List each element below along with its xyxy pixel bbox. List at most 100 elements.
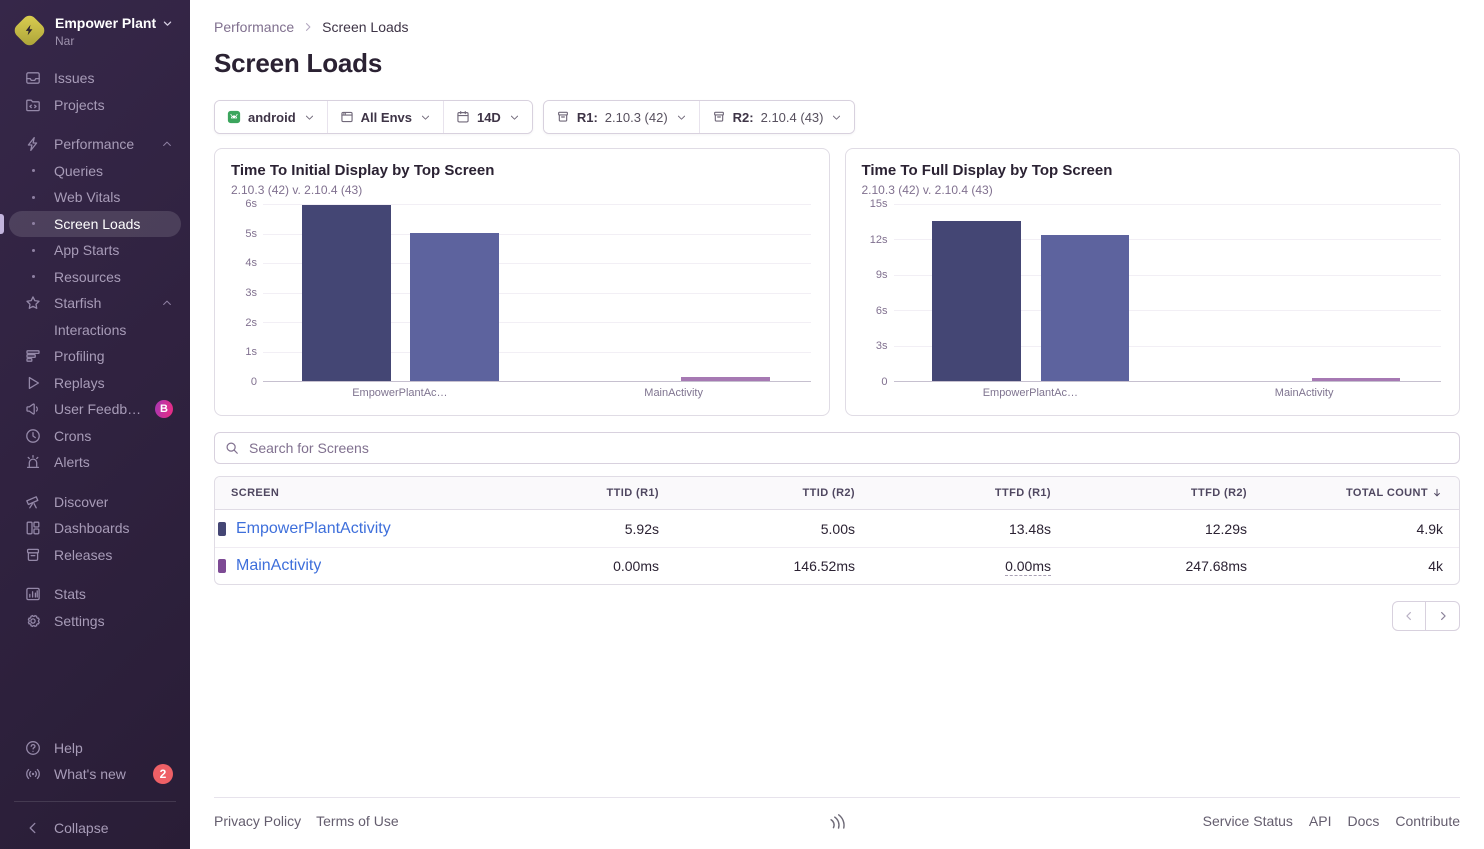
sidebar-item-discover[interactable]: Discover	[9, 489, 181, 516]
sidebar-item-performance[interactable]: Performance	[9, 131, 181, 158]
page-title: Screen Loads	[214, 48, 1460, 79]
screen-link[interactable]: MainActivity	[236, 557, 321, 575]
chevron-right-icon	[302, 21, 314, 33]
sidebar-item-label: App Starts	[54, 242, 119, 258]
bullet-icon	[32, 196, 35, 199]
y-axis-tick-label: 5s	[245, 228, 257, 240]
column-header-ttid-r1[interactable]: TTID (R1)	[479, 487, 675, 499]
footer-link-privacy-policy[interactable]: Privacy Policy	[214, 813, 301, 829]
breadcrumb: Performance Screen Loads	[214, 19, 1460, 35]
sidebar-item-crons[interactable]: Crons	[9, 423, 181, 450]
collapse-icon	[25, 820, 41, 836]
project-filter[interactable]: android	[215, 101, 327, 133]
column-header-total-count[interactable]: TOTAL COUNT	[1263, 487, 1459, 499]
chevron-down-icon	[676, 112, 687, 123]
sidebar-item-resources[interactable]: Resources	[9, 264, 181, 291]
sidebar-item-web-vitals[interactable]: Web Vitals	[9, 184, 181, 211]
sidebar-item-dashboards[interactable]: Dashboards	[9, 515, 181, 542]
date-range-filter[interactable]: 14D	[443, 101, 532, 133]
chevron-down-icon	[831, 112, 842, 123]
breadcrumb-performance[interactable]: Performance	[214, 19, 294, 35]
y-axis: 15s12s9s6s3s0	[860, 204, 888, 382]
sidebar-item-help[interactable]: Help	[9, 735, 181, 762]
footer-link-contribute[interactable]: Contribute	[1395, 813, 1460, 829]
sidebar-item-replays[interactable]: Replays	[9, 370, 181, 397]
chevron-down-icon	[420, 112, 431, 123]
replays-icon	[25, 375, 41, 391]
sidebar-group: DiscoverDashboards Releases	[0, 489, 190, 569]
sidebar-item-app-starts[interactable]: App Starts	[9, 237, 181, 264]
sidebar-collapse-button[interactable]: Collapse	[9, 815, 181, 842]
footer-link-api[interactable]: API	[1309, 813, 1332, 829]
chevron-down-icon	[304, 112, 315, 123]
screens-table: SCREEN TTID (R1) TTID (R2) TTFD (R1)TTFD (R…	[214, 476, 1460, 585]
filter-label: R1:	[577, 110, 598, 125]
footer-link-docs[interactable]: Docs	[1348, 813, 1380, 829]
sidebar-item-label: Replays	[54, 375, 105, 391]
charts-row: Time To Initial Display by Top Screen 2.…	[214, 148, 1460, 416]
main-content: Performance Screen Loads Screen Loads an…	[190, 0, 1484, 849]
sentry-logo-icon[interactable]	[827, 812, 847, 831]
column-header-screen[interactable]: SCREEN	[215, 487, 479, 499]
column-header-label: TTID (R2)	[803, 487, 855, 499]
settings-icon	[25, 613, 41, 629]
sidebar-item-alerts[interactable]: Alerts	[9, 449, 181, 476]
footer-link-terms-of-use[interactable]: Terms of Use	[316, 813, 398, 829]
sidebar-item-settings[interactable]: Settings	[9, 608, 181, 635]
sidebar-item-label: Releases	[54, 547, 112, 563]
screen-color-swatch	[218, 522, 226, 536]
sidebar-item-user-feedback[interactable]: User FeedbackB	[9, 396, 181, 423]
chart-bar-mainactivity-r2	[1312, 378, 1401, 382]
sidebar-item-profiling[interactable]: Profiling	[9, 343, 181, 370]
y-axis-tick-label: 3s	[876, 340, 888, 352]
x-axis-category-label: EmpowerPlantAc…	[894, 387, 1168, 399]
previous-page-button[interactable]	[1392, 601, 1426, 631]
chart-bar-empowerplantac-r2	[1041, 235, 1130, 381]
filter-bar: androidAll Envs14D R1:2.10.3 (42)R2:2.10…	[214, 100, 1460, 134]
sidebar-item-label: Stats	[54, 586, 86, 602]
release-r1-filter[interactable]: R1:2.10.3 (42)	[544, 101, 699, 133]
footer-link-service-status[interactable]: Service Status	[1203, 813, 1293, 829]
sort-desc-icon	[1431, 487, 1443, 499]
sidebar-item-queries[interactable]: Queries	[9, 158, 181, 185]
x-axis-category-label: MainActivity	[1167, 387, 1441, 399]
org-project-name: Nar	[55, 34, 173, 48]
sidebar-item-label: Resources	[54, 269, 121, 285]
column-header-label: SCREEN	[231, 487, 279, 499]
y-axis-tick-label: 15s	[870, 198, 888, 210]
beta-badge: B	[155, 400, 173, 418]
org-switcher[interactable]: Empower Plant Nar	[0, 0, 190, 48]
environment-filter[interactable]: All Envs	[327, 101, 443, 133]
x-axis-category-label: EmpowerPlantAc…	[263, 387, 537, 399]
sidebar-item-interactions[interactable]: Interactions	[9, 317, 181, 344]
x-axis: EmpowerPlantAc…MainActivity	[894, 387, 1442, 403]
sidebar-item-starfish[interactable]: Starfish	[9, 290, 181, 317]
sidebar-item-label: Queries	[54, 163, 103, 179]
column-header-ttid-r2[interactable]: TTID (R2)	[675, 487, 871, 499]
cell-total-count: 4.9k	[1263, 521, 1459, 537]
sidebar-item-issues[interactable]: Issues	[9, 65, 181, 92]
y-axis-tick-label: 6s	[245, 198, 257, 210]
table-body: EmpowerPlantActivity5.92s5.00s13.48s12.2…	[215, 510, 1459, 584]
column-header-ttfd-r2[interactable]: TTFD (R2)	[1067, 487, 1263, 499]
bullet-slot	[24, 275, 42, 278]
chevron-down-icon	[676, 112, 687, 123]
chevron-down-icon	[509, 112, 520, 123]
sidebar-item-what-s-new[interactable]: What's new2	[9, 761, 181, 788]
sidebar-item-projects[interactable]: Projects	[9, 92, 181, 119]
filter-label: R2:	[733, 110, 754, 125]
column-header-ttfd-r1[interactable]: TTFD (R1)	[871, 487, 1067, 499]
calendar-icon	[456, 110, 470, 124]
cell-ttfd-r2: 247.68ms	[1067, 558, 1263, 574]
sidebar-item-label: Performance	[54, 136, 134, 152]
next-page-button[interactable]	[1426, 601, 1460, 631]
sidebar-item-stats[interactable]: Stats	[9, 581, 181, 608]
screen-link[interactable]: EmpowerPlantActivity	[236, 520, 391, 538]
release-r2-filter[interactable]: R2:2.10.4 (43)	[699, 101, 855, 133]
sidebar-item-releases[interactable]: Releases	[9, 542, 181, 569]
sidebar-item-screen-loads[interactable]: Screen Loads	[9, 211, 181, 238]
sidebar-item-label: Projects	[54, 97, 105, 113]
search-input[interactable]	[247, 439, 1449, 457]
chevron-up-icon	[161, 138, 173, 150]
sidebar-item-label: Starfish	[54, 295, 101, 311]
